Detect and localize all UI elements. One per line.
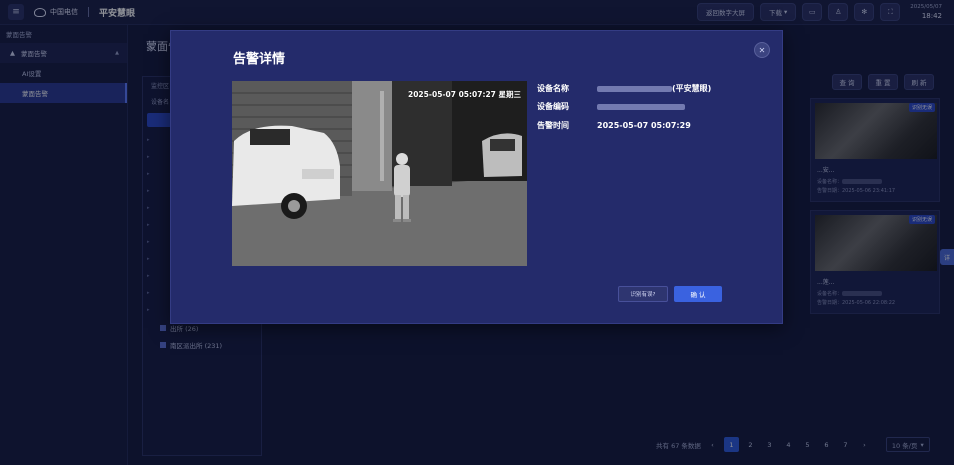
redacted-value [597,85,672,92]
close-icon[interactable]: ✕ [754,42,770,58]
alarm-time-row: 告警时间 2025-05-07 05:07:29 [537,120,691,131]
modal-title: 告警详情 [233,52,286,67]
device-name-row: 设备名称 (平安慧眼) [537,83,711,94]
redacted-value [597,103,685,110]
device-code-label: 设备编码 [537,102,569,111]
snapshot-timestamp: 2025-05-07 05:07:27 星期三 [407,90,521,99]
alarm-time-value: 2025-05-07 05:07:29 [597,121,691,130]
device-name-suffix: (平安慧眼) [672,84,712,93]
device-name-label: 设备名称 [537,84,569,93]
alarm-detail-modal: 告警详情 ✕ 2025-05-07 05:07:27 星期三 设备名称 (平安慧… [170,30,783,324]
snapshot-scene [232,81,527,266]
alarm-time-label: 告警时间 [537,121,569,130]
confirm-button[interactable]: 确 认 [674,286,722,302]
alarm-snapshot: 2025-05-07 05:07:27 星期三 [232,81,527,266]
device-code-row: 设备编码 [537,101,685,112]
misidentify-button[interactable]: 识别有误? [618,286,668,302]
